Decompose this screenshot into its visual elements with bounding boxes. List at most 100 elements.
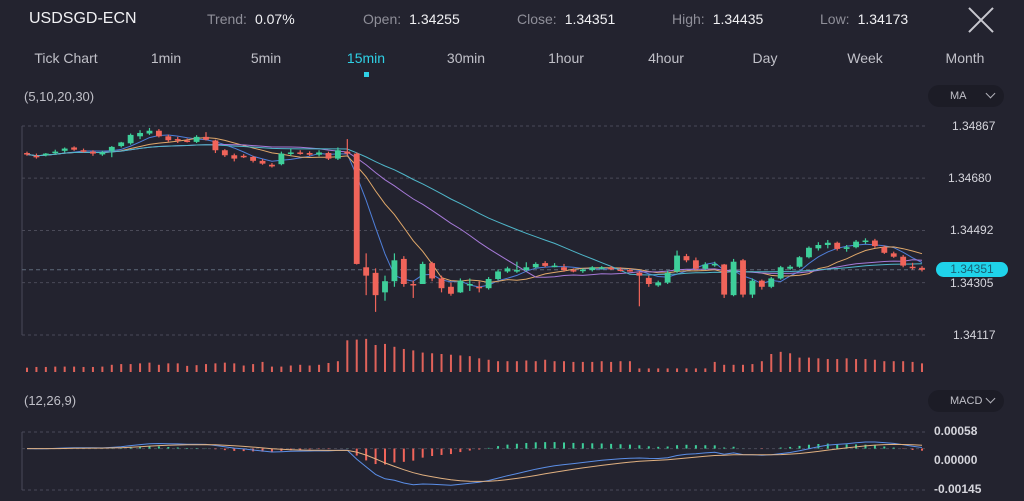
candle-body	[900, 256, 907, 266]
volume-bar	[393, 346, 396, 372]
volume-bar	[704, 368, 707, 372]
volume-bar	[638, 368, 641, 372]
candle-body	[768, 278, 775, 287]
volume-bar	[365, 338, 368, 372]
volume-bar	[883, 361, 886, 372]
volume-bar	[826, 359, 829, 372]
chart-canvas[interactable]	[0, 0, 1024, 501]
volume-bar	[487, 359, 490, 372]
volume-bar	[63, 366, 66, 372]
candle-body	[740, 260, 746, 295]
volume-bar	[760, 361, 763, 372]
candle-body	[382, 281, 388, 293]
volume-bar	[101, 366, 104, 372]
volume-bar	[336, 361, 339, 372]
volume-bar	[798, 357, 801, 372]
candle-body	[881, 247, 888, 253]
candle-body	[796, 257, 803, 267]
candle-body	[372, 272, 379, 296]
volume-bar	[54, 366, 57, 372]
candle-body	[334, 150, 341, 159]
candle-body	[890, 253, 897, 257]
volume-bar	[553, 361, 556, 372]
candle-body	[909, 266, 916, 269]
candle-body	[174, 139, 181, 141]
candle-body	[146, 130, 153, 134]
volume-bar	[694, 368, 697, 372]
volume-bar	[845, 358, 848, 372]
volume-bar	[318, 364, 321, 372]
candle-body	[871, 240, 878, 247]
volume-bar	[139, 363, 142, 372]
volume-bar	[459, 355, 462, 372]
volume-bar	[205, 364, 207, 372]
volume-bar	[685, 368, 688, 372]
volume-bar	[214, 363, 217, 372]
volume-bar	[289, 365, 292, 372]
candle-body	[862, 240, 869, 243]
candle-body	[627, 270, 633, 272]
candle-body	[193, 136, 200, 142]
candle-body	[269, 164, 275, 167]
candle-body	[90, 151, 96, 154]
candle-body	[466, 284, 473, 286]
candle-body	[617, 269, 624, 272]
candle-body	[165, 136, 172, 141]
volume-bar	[732, 364, 735, 372]
candle-body	[108, 146, 115, 151]
volume-bar	[751, 364, 754, 372]
volume-bar	[873, 359, 876, 372]
volume-bar	[713, 361, 716, 372]
candle-body	[523, 267, 530, 271]
candle-body	[259, 160, 266, 164]
volume-bar	[26, 367, 28, 372]
volume-bar	[497, 361, 500, 372]
volume-bar	[911, 361, 914, 372]
candle-body	[240, 155, 247, 158]
volume-bar	[864, 359, 867, 372]
candle-body	[532, 263, 539, 268]
candle-body	[664, 272, 671, 283]
candle-body	[824, 242, 831, 245]
volume-bar	[836, 359, 839, 372]
volume-bar	[657, 368, 660, 372]
volume-bar	[384, 343, 386, 372]
volume-bar	[581, 361, 584, 372]
volume-bar	[346, 340, 349, 372]
macd-signal-line	[27, 443, 923, 482]
volume-bar	[412, 350, 415, 372]
candle-body	[363, 267, 370, 276]
volume-bar	[223, 362, 226, 372]
volume-bar	[280, 366, 283, 372]
volume-bar	[534, 361, 537, 372]
candle-body	[42, 153, 49, 156]
volume-bar	[242, 365, 245, 372]
candle-body	[504, 268, 511, 272]
candle-body	[61, 148, 68, 151]
candle-body	[33, 155, 40, 158]
candle-body	[127, 134, 134, 144]
volume-bar	[892, 361, 895, 372]
volume-bar	[902, 361, 905, 372]
candle-body	[692, 260, 699, 269]
candle-body	[448, 286, 454, 294]
volume-bar	[402, 348, 405, 372]
candle-body	[683, 256, 690, 261]
volume-bar	[327, 363, 330, 372]
candle-body	[645, 277, 652, 285]
volume-bar	[544, 359, 547, 372]
candle-body	[231, 155, 238, 159]
volume-bar	[186, 365, 189, 372]
candle-body	[325, 153, 332, 159]
volume-bar	[610, 361, 613, 372]
candle-body	[806, 247, 812, 258]
candle-body	[457, 280, 464, 293]
volume-bar	[129, 364, 132, 372]
volume-bar	[261, 361, 264, 372]
volume-bar	[647, 368, 650, 372]
candle-body	[542, 263, 549, 266]
volume-bar	[628, 361, 631, 372]
candle-body	[410, 284, 417, 286]
candle-body	[71, 147, 78, 150]
candle-body	[561, 267, 567, 271]
